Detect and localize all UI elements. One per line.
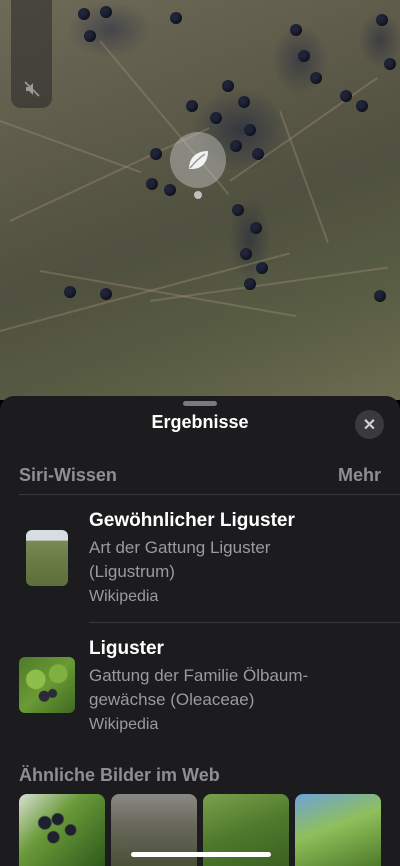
result-source: Wikipedia (89, 588, 159, 605)
result-item[interactable]: Gewöhnlicher Liguster Art der Gattung Li… (0, 494, 400, 622)
section-header-siri-knowledge: Siri-Wissen (19, 465, 117, 485)
close-button[interactable]: ✕ (355, 410, 384, 439)
sheet-title: Ergebnisse (151, 412, 249, 432)
close-icon: ✕ (362, 416, 377, 434)
section-header-similar-images: Ähnliche Bilder im Web (19, 765, 220, 785)
visual-lookup-button[interactable] (170, 132, 226, 188)
leaf-icon (189, 151, 208, 169)
result-source: Wikipedia (89, 716, 159, 733)
more-link[interactable]: Mehr (338, 465, 381, 486)
result-title: Gewöhnlicher Liguster (89, 510, 295, 531)
similar-image-tile[interactable] (295, 794, 381, 866)
result-item[interactable]: Liguster Gattung der Familie Ölbaum- gew… (0, 622, 400, 746)
similar-image-tile[interactable] (19, 794, 105, 866)
sound-control[interactable] (11, 0, 52, 108)
lookup-anchor-dot (194, 191, 202, 199)
sheet-grabber[interactable] (183, 401, 217, 406)
result-subtitle-line2: gewächse (Oleaceae) (89, 690, 255, 709)
result-thumbnail (26, 530, 68, 586)
result-subtitle-line1: Gattung der Familie Ölbaum- (89, 666, 309, 685)
photo-background (0, 0, 400, 400)
result-subtitle-line1: Art der Gattung Liguster (89, 538, 271, 557)
home-indicator[interactable] (131, 852, 271, 857)
result-thumbnail (19, 657, 75, 713)
speaker-muted-icon (24, 81, 40, 97)
result-subtitle-line2: (Ligustrum) (89, 562, 175, 581)
result-title: Liguster (89, 638, 164, 659)
